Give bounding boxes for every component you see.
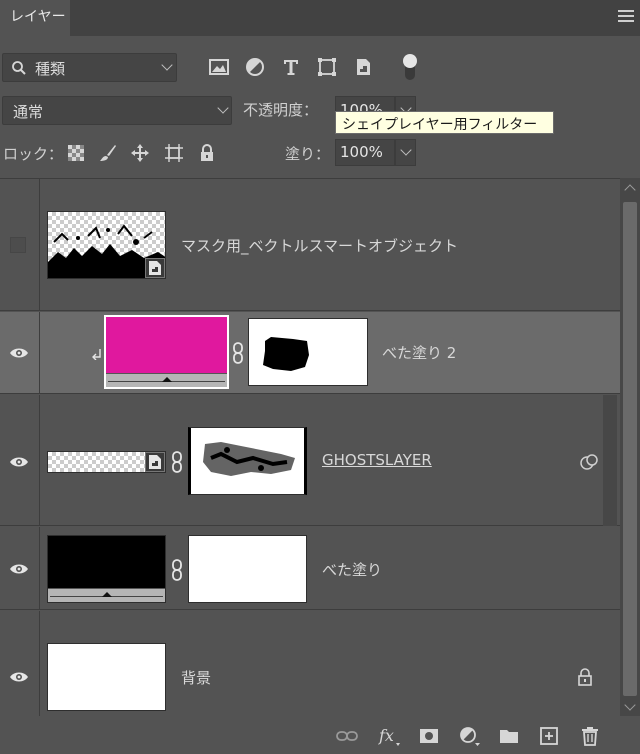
eye-icon[interactable] bbox=[9, 670, 29, 684]
hamburger-menu-icon[interactable] bbox=[618, 10, 634, 26]
visibility-column bbox=[0, 179, 40, 310]
layer-mask-thumbnail[interactable] bbox=[188, 535, 307, 603]
type-filter-icon[interactable] bbox=[280, 56, 302, 78]
tooltip: シェイプレイヤー用フィルター bbox=[335, 111, 554, 134]
filter-kind-select[interactable]: 種類 bbox=[2, 53, 177, 82]
fx-icon[interactable]: fx bbox=[378, 725, 400, 747]
layer-row-selected[interactable]: べた塗り 2 bbox=[0, 312, 620, 394]
new-adjustment-icon[interactable] bbox=[458, 725, 480, 747]
layer-thumbnail[interactable] bbox=[47, 451, 166, 473]
lock-artboard-icon[interactable] bbox=[164, 143, 184, 163]
layer-thumbnail[interactable] bbox=[47, 211, 166, 279]
layer-mask-thumbnail[interactable] bbox=[248, 318, 368, 386]
smart-object-badge-icon bbox=[145, 258, 165, 278]
filter-toggle-switch[interactable] bbox=[403, 54, 417, 80]
layer-row[interactable]: 背景 bbox=[0, 611, 620, 717]
clipping-arrow-icon bbox=[92, 349, 101, 360]
delete-layer-icon[interactable] bbox=[579, 725, 601, 747]
layers-list: マスク用_ベクトルスマートオブジェクト べた塗り 2 GHOSTSLAYER べ… bbox=[0, 178, 620, 717]
visibility-column bbox=[0, 527, 40, 609]
blend-mode-select[interactable]: 通常 bbox=[2, 96, 232, 125]
layer-name-linked[interactable]: GHOSTSLAYER bbox=[322, 451, 432, 469]
chevron-down-icon bbox=[161, 59, 173, 71]
layer-name[interactable]: べた塗り bbox=[322, 559, 382, 580]
lock-transparent-pixels-icon[interactable] bbox=[66, 143, 86, 163]
shape-filter-icon[interactable] bbox=[316, 56, 338, 78]
visibility-column bbox=[0, 312, 40, 393]
chain-link-icon[interactable] bbox=[171, 451, 183, 473]
blending-options-icon[interactable] bbox=[579, 453, 599, 471]
new-group-icon[interactable] bbox=[498, 725, 520, 747]
layer-row[interactable]: GHOSTSLAYER bbox=[0, 395, 620, 526]
image-filter-icon[interactable] bbox=[208, 56, 230, 78]
new-layer-icon[interactable] bbox=[538, 725, 560, 747]
layer-row[interactable]: マスク用_ベクトルスマートオブジェクト bbox=[0, 179, 620, 311]
smart-object-filter-icon[interactable] bbox=[352, 56, 374, 78]
visibility-column bbox=[0, 395, 40, 525]
mask-texture bbox=[203, 442, 295, 476]
visibility-column bbox=[0, 611, 40, 717]
eye-icon[interactable] bbox=[9, 455, 29, 469]
layer-row[interactable]: べた塗り bbox=[0, 527, 620, 610]
chain-link-icon[interactable] bbox=[171, 559, 183, 581]
fill-label: 塗り： bbox=[285, 145, 331, 163]
panel-footer: fx bbox=[0, 716, 640, 754]
chain-link-icon[interactable] bbox=[232, 342, 244, 364]
lock-position-icon[interactable] bbox=[130, 143, 150, 163]
mask-shape bbox=[263, 337, 309, 371]
adjustment-filter-icon[interactable] bbox=[244, 56, 266, 78]
svg-text:fx: fx bbox=[378, 726, 394, 745]
fill-color-thumbnail[interactable] bbox=[104, 315, 229, 389]
smart-object-badge-icon bbox=[145, 452, 165, 472]
lock-icon bbox=[578, 668, 592, 686]
tab-layers[interactable]: レイヤー bbox=[0, 0, 70, 36]
fill-dropdown-button[interactable] bbox=[395, 139, 416, 166]
add-mask-icon[interactable] bbox=[418, 725, 440, 747]
link-layers-icon[interactable] bbox=[336, 725, 358, 747]
chevron-down-icon bbox=[400, 144, 412, 156]
filter-kind-label: 種類 bbox=[35, 60, 66, 78]
scroll-up-arrow-icon[interactable] bbox=[624, 184, 636, 196]
eye-icon[interactable] bbox=[9, 346, 29, 360]
fill-input[interactable]: 100% bbox=[335, 139, 395, 166]
scroll-thumb[interactable] bbox=[623, 202, 637, 696]
chevron-down-icon bbox=[217, 102, 229, 114]
opacity-label: 不透明度： bbox=[243, 101, 319, 119]
layer-name[interactable]: 背景 bbox=[181, 667, 211, 688]
scroll-down-arrow-icon[interactable] bbox=[624, 699, 636, 711]
panel-tab-bar: レイヤー bbox=[0, 0, 640, 36]
layer-name[interactable]: マスク用_ベクトルスマートオブジェクト bbox=[181, 235, 458, 256]
lock-all-icon[interactable] bbox=[197, 143, 217, 163]
lock-image-pixels-icon[interactable] bbox=[98, 143, 118, 163]
search-icon bbox=[12, 61, 26, 75]
scrollbar[interactable] bbox=[620, 178, 640, 716]
layer-mask-thumbnail[interactable] bbox=[188, 427, 307, 495]
blend-mode-label: 通常 bbox=[13, 103, 44, 121]
layer-row-scroll-edge bbox=[603, 395, 617, 526]
eye-icon[interactable] bbox=[9, 562, 29, 576]
fill-color-thumbnail[interactable] bbox=[47, 535, 166, 603]
layer-name[interactable]: べた塗り 2 bbox=[382, 342, 456, 363]
visibility-toggle-off[interactable] bbox=[10, 237, 26, 253]
layer-thumbnail[interactable] bbox=[47, 643, 166, 711]
lock-label: ロック： bbox=[3, 145, 64, 163]
